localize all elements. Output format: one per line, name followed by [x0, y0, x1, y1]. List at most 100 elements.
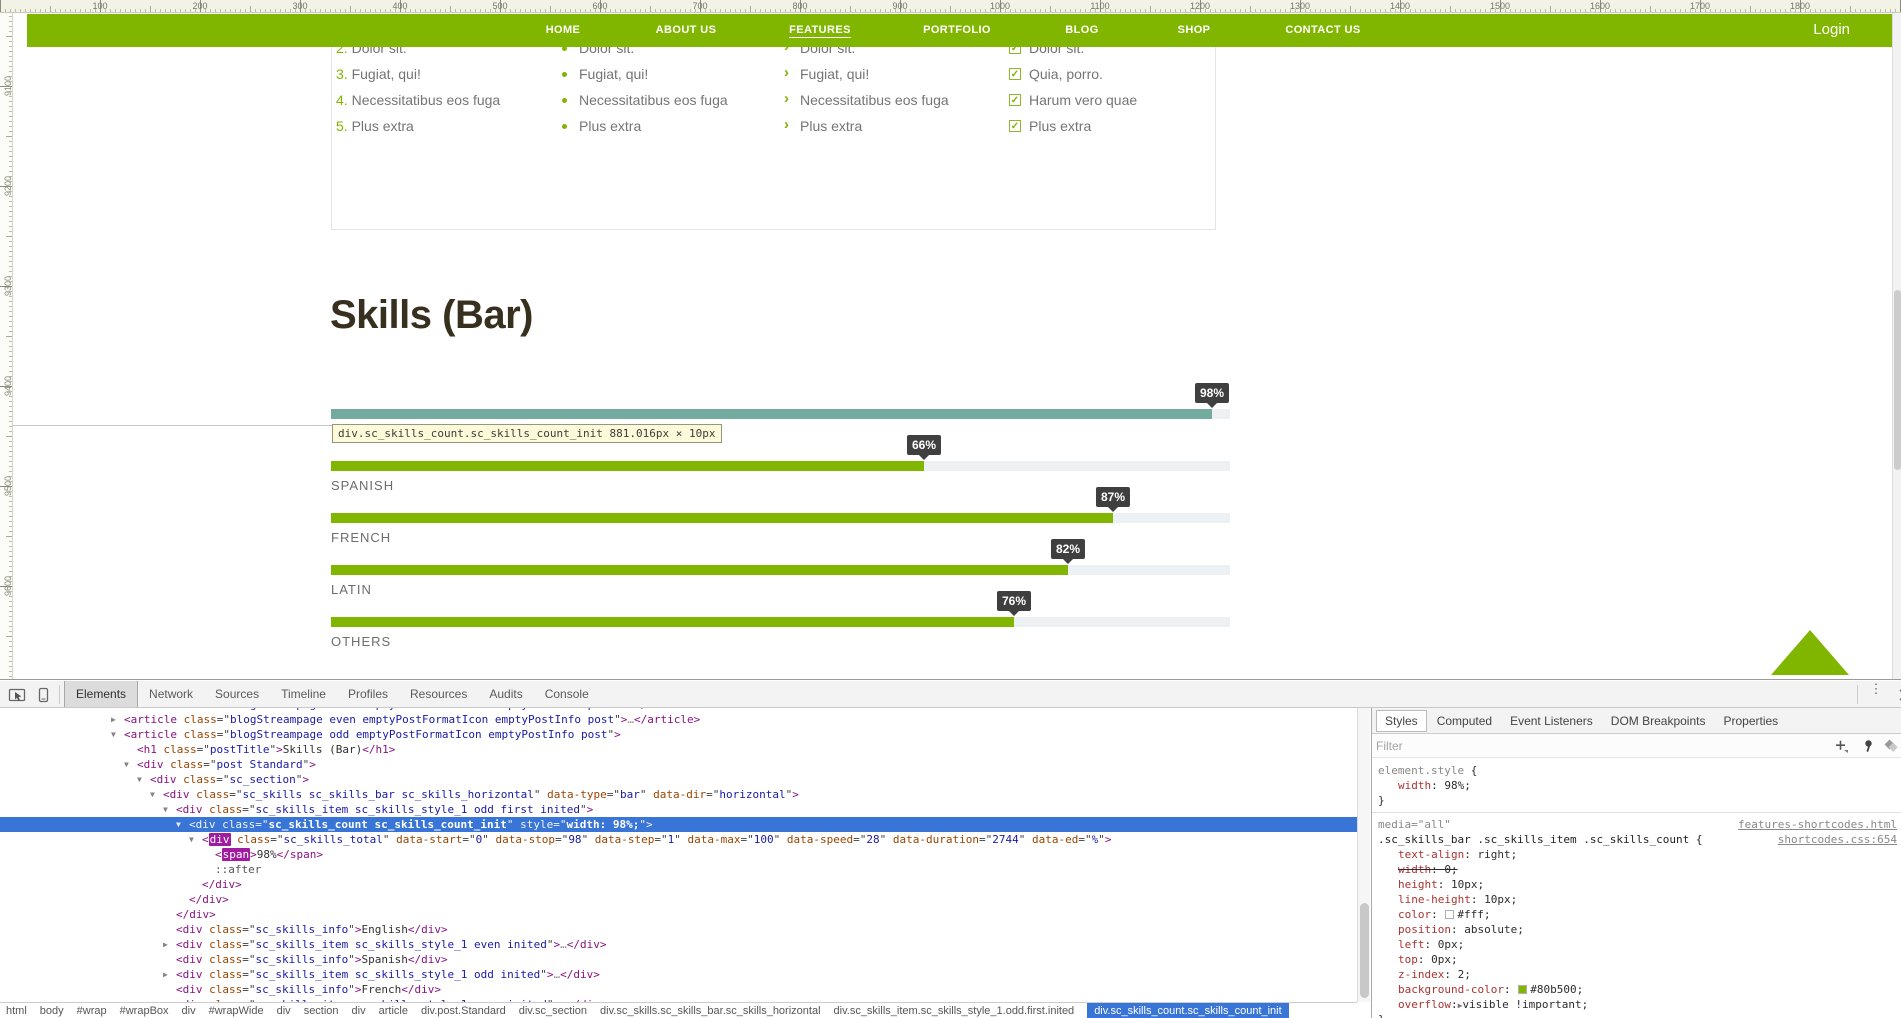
dom-tree-row[interactable]: ▼<div class="sc_skills_count sc_skills_c…	[0, 817, 1357, 832]
dom-tree-row[interactable]: </div>	[0, 907, 1357, 922]
dom-tree-row[interactable]: ▶<div class="sc_skills_item sc_skills_st…	[0, 967, 1357, 982]
dom-tree-row[interactable]: ::after	[0, 862, 1357, 877]
style-declaration: position: absolute;	[1378, 923, 1524, 936]
devtools-menu-icon[interactable]: ⋮	[1868, 684, 1884, 704]
collapse-arrow-icon[interactable]: ▼	[189, 832, 194, 847]
devtools-tab-network[interactable]: Network	[138, 681, 204, 707]
dom-token: >	[250, 848, 257, 861]
dom-token: data-dir	[647, 788, 707, 801]
collapse-arrow-icon[interactable]: ▼	[124, 757, 129, 772]
nav-item-features[interactable]: FEATURES	[789, 24, 851, 36]
style-property[interactable]: height: 10px;	[1372, 877, 1901, 892]
expand-arrow-icon[interactable]: ▶	[163, 967, 168, 982]
dom-tree-row[interactable]: <h1 class="postTitle">Skills (Bar)</h1>	[0, 742, 1357, 757]
dom-tree-row[interactable]: ▶<article class="blogStreampage even emp…	[0, 712, 1357, 727]
breadcrumb-item[interactable]: div.sc_skills_count.sc_skills_count_init	[1087, 1003, 1289, 1018]
dom-tree-row[interactable]: ▼<div class="sc_skills_total" data-start…	[0, 832, 1357, 847]
style-property[interactable]: width: 0;	[1372, 862, 1901, 877]
breadcrumb-item[interactable]: div.post.Standard	[421, 1003, 506, 1018]
browser-scrollbar[interactable]	[1892, 0, 1901, 679]
style-property[interactable]: overflow:▶visible !important;	[1372, 997, 1901, 1012]
devtools-tab-elements[interactable]: Elements	[64, 681, 138, 707]
nav-item-about-us[interactable]: ABOUT US	[656, 24, 717, 36]
breadcrumb-item[interactable]: div	[277, 1003, 291, 1018]
breadcrumb-item[interactable]: div.sc_section	[519, 1003, 587, 1018]
devtools-tab-console[interactable]: Console	[534, 681, 600, 707]
sidebar-tab-dom-breakpoints[interactable]: DOM Breakpoints	[1603, 711, 1714, 731]
breadcrumb-item[interactable]: #wrapBox	[120, 1003, 169, 1018]
breadcrumb-item[interactable]: div.sc_skills.sc_skills_bar.sc_skills_ho…	[600, 1003, 820, 1018]
dom-tree-row[interactable]: ▶<div class="sc_skills_item sc_skills_st…	[0, 937, 1357, 952]
nav-item-blog[interactable]: BLOG	[1065, 24, 1098, 36]
nav-item-home[interactable]: HOME	[546, 24, 581, 36]
dom-tree-row[interactable]: ▼<article class="blogStreampage odd empt…	[0, 727, 1357, 742]
dom-tree-row[interactable]: </div>	[0, 877, 1357, 892]
nav-item-contact-us[interactable]: CONTACT US	[1285, 24, 1360, 36]
dom-tree-row[interactable]: </div>	[0, 892, 1357, 907]
sidebar-tab-event-listeners[interactable]: Event Listeners	[1502, 711, 1601, 731]
dom-tree-row[interactable]: <div class="sc_skills_info">English</div…	[0, 922, 1357, 937]
style-property[interactable]: left: 0px;	[1372, 937, 1901, 952]
dom-tree-row[interactable]: ▼<div class="sc_skills sc_skills_bar sc_…	[0, 787, 1357, 802]
dom-tree-row[interactable]: ▼<div class="sc_section">	[0, 772, 1357, 787]
breadcrumb-item[interactable]: article	[379, 1003, 408, 1018]
sidebar-tab-styles[interactable]: Styles	[1376, 710, 1427, 732]
collapse-arrow-icon[interactable]: ▼	[176, 817, 181, 832]
collapse-arrow-icon[interactable]: ▼	[111, 727, 116, 742]
sidebar-tab-computed[interactable]: Computed	[1429, 711, 1500, 731]
devtools-tab-audits[interactable]: Audits	[478, 681, 533, 707]
styles-filter-input[interactable]	[1376, 737, 1756, 755]
devtools-tab-profiles[interactable]: Profiles	[337, 681, 399, 707]
scroll-to-top-button[interactable]	[1771, 630, 1849, 675]
style-property[interactable]: color: #fff;	[1372, 907, 1901, 922]
style-property[interactable]: line-height: 10px;	[1372, 892, 1901, 907]
login-button[interactable]: Login	[1813, 21, 1850, 38]
pin-icon[interactable]	[1858, 737, 1876, 755]
collapse-arrow-icon[interactable]: ▼	[137, 772, 142, 787]
browser-scrollbar-thumb[interactable]	[1894, 290, 1901, 470]
devtools-tab-timeline[interactable]: Timeline	[270, 681, 337, 707]
breadcrumb-item[interactable]: #wrapWide	[209, 1003, 264, 1018]
dom-scrollbar-thumb[interactable]	[1360, 903, 1369, 998]
breadcrumb-item[interactable]: div	[182, 1003, 196, 1018]
element-state-icon[interactable]	[1882, 737, 1900, 755]
expand-arrow-icon[interactable]: ▶	[111, 712, 116, 727]
breadcrumb-item[interactable]: html	[6, 1003, 27, 1018]
dom-token: class	[177, 728, 217, 741]
sidebar-tab-properties[interactable]: Properties	[1715, 711, 1786, 731]
style-property[interactable]: position: absolute;	[1372, 922, 1901, 937]
breadcrumb-item[interactable]: section	[304, 1003, 339, 1018]
collapse-arrow-icon[interactable]: ▼	[163, 802, 168, 817]
device-mode-icon[interactable]	[33, 685, 53, 705]
dom-tree-row[interactable]: ▼<div class="post Standard">	[0, 757, 1357, 772]
breadcrumb-item[interactable]: div	[352, 1003, 366, 1018]
breadcrumb-item[interactable]: div.sc_skills_item.sc_skills_style_1.odd…	[834, 1003, 1075, 1018]
skill-value-badge: 98%	[1195, 383, 1229, 403]
devtools-tab-sources[interactable]: Sources	[204, 681, 270, 707]
breadcrumb-item[interactable]: #wrap	[77, 1003, 107, 1018]
dom-tree-row[interactable]: <div class="sc_skills_info">Spanish</div…	[0, 952, 1357, 967]
collapse-arrow-icon[interactable]: ▼	[150, 787, 155, 802]
style-property[interactable]: width: 98%;	[1372, 778, 1901, 793]
dom-panel-scrollbar[interactable]	[1357, 708, 1370, 1002]
dom-tree-row[interactable]: <span>98%</span>	[0, 847, 1357, 862]
stylesheet-link[interactable]: features-shortcodes.html	[1738, 817, 1897, 832]
style-property[interactable]: top: 0px;	[1372, 952, 1901, 967]
list-number: 4.	[336, 92, 352, 108]
inspect-element-icon[interactable]	[7, 685, 27, 705]
breadcrumb-item[interactable]: body	[40, 1003, 64, 1018]
stylesheet-link[interactable]: shortcodes.css:654	[1778, 832, 1897, 847]
devtools-close-icon-partial[interactable]	[1895, 685, 1901, 705]
style-property[interactable]: background-color: #80b500;	[1372, 982, 1901, 997]
style-property[interactable]: text-align: right;	[1372, 847, 1901, 862]
expand-arrow-icon[interactable]: ▶	[163, 937, 168, 952]
devtools-tab-resources[interactable]: Resources	[399, 681, 478, 707]
nav-item-shop[interactable]: SHOP	[1178, 24, 1211, 36]
dom-token: <div	[163, 788, 190, 801]
dom-token: sc_skills_item sc_skills_style_1 odd ini…	[256, 968, 541, 981]
dom-tree-row[interactable]: <div class="sc_skills_info">French</div>	[0, 982, 1357, 997]
new-style-rule-icon[interactable]	[1832, 737, 1850, 755]
nav-item-portfolio[interactable]: PORTFOLIO	[923, 24, 991, 36]
style-property[interactable]: z-index: 2;	[1372, 967, 1901, 982]
dom-tree-row[interactable]: ▼<div class="sc_skills_item sc_skills_st…	[0, 802, 1357, 817]
